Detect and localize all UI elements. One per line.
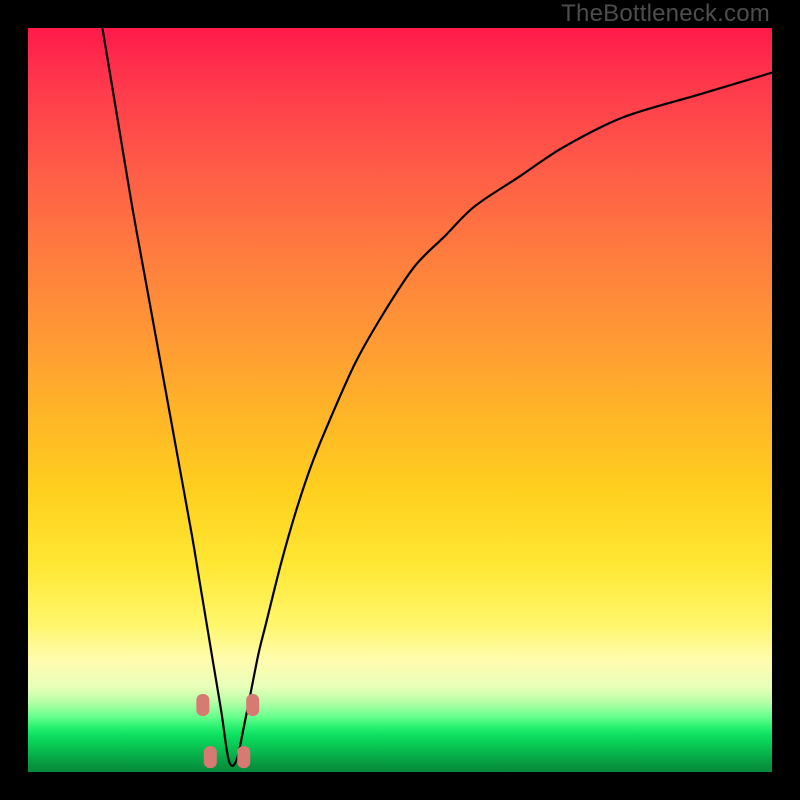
curve-layer	[28, 28, 772, 772]
bottleneck-curve	[102, 28, 772, 766]
chart-frame: TheBottleneck.com	[0, 0, 800, 800]
curve-marker	[246, 694, 259, 716]
curve-marker	[237, 746, 250, 768]
curve-marker	[204, 746, 217, 768]
curve-marker	[196, 694, 209, 716]
plot-area	[28, 28, 772, 772]
watermark-text: TheBottleneck.com	[561, 0, 770, 28]
